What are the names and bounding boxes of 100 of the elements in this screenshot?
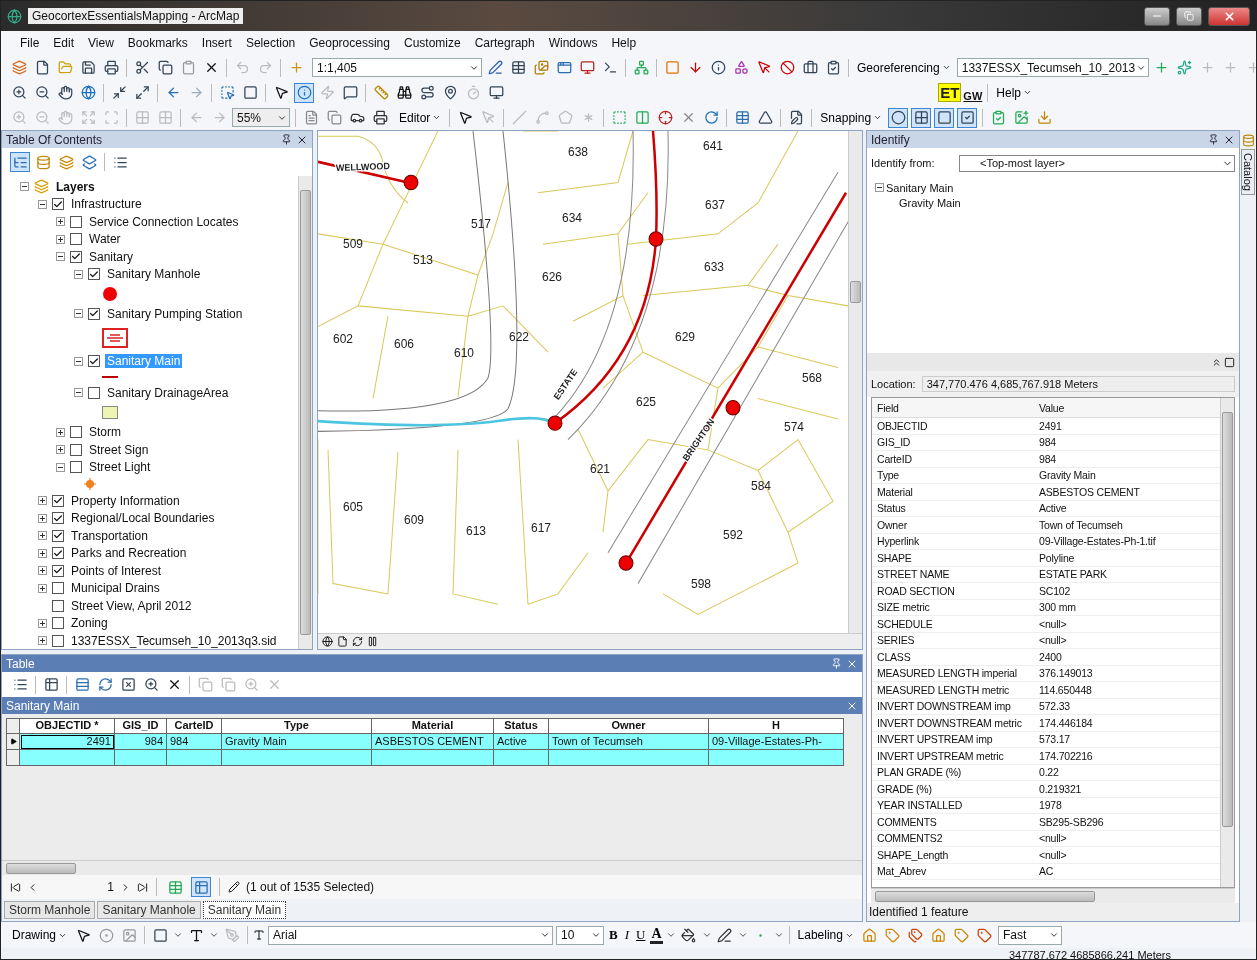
field-value: 984 <box>1038 436 1057 449</box>
parcel-number: 509 <box>343 237 363 252</box>
table-cell: Active <box>494 734 549 750</box>
field-name: INVERT UPSTREAM imp <box>876 733 994 746</box>
field-name: COMMENTS <box>876 815 938 828</box>
field-name: CLASS <box>876 650 912 663</box>
parcel-number: 626 <box>542 270 562 285</box>
field-name: STREET NAME <box>876 568 951 581</box>
parcel-number: 641 <box>703 138 723 153</box>
parcel-number: 602 <box>333 331 353 346</box>
parcel-number: 622 <box>509 329 529 344</box>
field-value: 572.33 <box>1038 700 1071 713</box>
field-value: 174.446184 <box>1038 716 1094 729</box>
field-name: Owner <box>876 518 908 531</box>
table-name: Sanitary Main <box>6 698 81 713</box>
parcel-number: 637 <box>705 198 725 213</box>
parcel-number: 584 <box>751 478 771 494</box>
field-value: <null> <box>1038 848 1068 861</box>
panel-title: Table Of Contents <box>6 132 104 147</box>
table-cell: ASBESTOS CEMENT <box>372 734 494 750</box>
parcel-number: 568 <box>802 370 822 386</box>
field-value: 1978 <box>1038 799 1063 812</box>
location-value: 347,770.476 4,685,767.918 Meters <box>921 376 1235 392</box>
field-name: INVERT UPSTREAM metric <box>876 749 1005 762</box>
field-value: SC102 <box>1038 584 1072 597</box>
field-name: SCHEDULE <box>876 617 934 630</box>
parcel-number: 598 <box>691 576 711 591</box>
parcel-number: 610 <box>454 346 474 361</box>
field-value: 573.17 <box>1038 733 1071 746</box>
identify-status: Identified 1 feature <box>867 903 1239 921</box>
field-name: COMMENTS2 <box>876 832 944 845</box>
parcel-number: 638 <box>568 144 588 159</box>
field-value: Polyline <box>1038 551 1076 564</box>
field-name: Mat_Abrev <box>876 865 927 878</box>
field-value: <null> <box>1038 617 1068 630</box>
field-value: 300 mm <box>1038 601 1077 614</box>
field-name: INVERT DOWNSTREAM metric <box>876 716 1023 729</box>
parcel-number: 574 <box>784 420 804 435</box>
field-name: ROAD SECTION <box>876 584 956 597</box>
table-cell: 984 <box>167 734 222 750</box>
parcel-number: 625 <box>636 394 656 409</box>
field-name: INVERT DOWNSTREAM imp <box>876 700 1012 713</box>
field-value: 2400 <box>1038 650 1063 663</box>
coordinates: 347787.672 4685866.241 Meters <box>1008 948 1171 959</box>
field-name: Status <box>876 502 907 515</box>
field-name: SIZE metric <box>876 601 931 614</box>
parcel-number: 634 <box>562 210 582 225</box>
field-name: GIS_ID <box>876 436 912 449</box>
field-name: SERIES <box>876 634 916 647</box>
field-value: Active <box>1038 502 1068 515</box>
field-value: AC <box>1038 865 1055 878</box>
field-name: Material <box>876 485 914 498</box>
field-value: 0.219321 <box>1038 782 1083 795</box>
field-value: SB295-SB296 <box>1038 815 1105 828</box>
parcel-number: 592 <box>723 528 743 543</box>
field-name: PLAN GRADE (%) <box>876 766 963 779</box>
table-cell: 984 <box>115 734 167 750</box>
parcel-number: 606 <box>394 336 414 352</box>
field-name: Type <box>876 469 900 482</box>
parcel-number: 613 <box>466 524 486 539</box>
parcel-number: 517 <box>471 216 491 231</box>
field-value: 174.702216 <box>1038 749 1094 762</box>
field-name: CarteID <box>876 452 913 465</box>
field-name: YEAR INSTALLED <box>876 799 964 812</box>
field-name: Hyperlink <box>876 535 920 548</box>
field-value: ASBESTOS CEMENT <box>1038 485 1141 498</box>
parcel-number: 621 <box>590 461 610 476</box>
parcel-number: 617 <box>531 521 551 536</box>
window-title: GeocortexEssentialsMapping - ArcMap <box>28 8 244 24</box>
identify-from-label: Identify from: <box>871 157 936 169</box>
table-cell: 09-Village-Estates-Ph- <box>709 734 844 750</box>
field-value: 376.149013 <box>1038 667 1094 680</box>
table-cell: Gravity Main <box>222 734 372 750</box>
field-value: <null> <box>1038 634 1068 647</box>
parcel-number: 609 <box>404 512 424 527</box>
field-name: OBJECTID <box>876 419 929 432</box>
field-value: ESTATE PARK <box>1038 568 1108 581</box>
field-name: GRADE (%) <box>876 782 933 795</box>
field-value: 114.650448 <box>1038 683 1093 696</box>
field-name: MEASURED LENGTH imperial <box>876 667 1018 680</box>
field-name: SHAPE_Length <box>876 848 950 861</box>
panel-title: Identify <box>871 132 911 147</box>
selection-count: (1 out of 1535 Selected) <box>246 880 375 894</box>
field-value: 2491 <box>1038 419 1063 432</box>
parcel-number: 513 <box>413 252 433 267</box>
field-name: MEASURED LENGTH metric <box>876 683 1011 696</box>
field-value: <null> <box>1038 832 1068 845</box>
location-label: Location: <box>871 378 916 390</box>
field-name: SHAPE <box>876 551 913 564</box>
table-cell: 2491 <box>20 734 115 750</box>
field-value: 09-Village-Estates-Ph-1.tif <box>1038 535 1157 548</box>
parcel-number: 633 <box>704 259 724 274</box>
street-name: WELLWOOD <box>335 161 391 174</box>
parcel-number: 629 <box>675 329 695 344</box>
field-value: 984 <box>1038 452 1057 465</box>
field-value: Gravity Main <box>1038 469 1097 482</box>
table-cell: Town of Tecumseh <box>549 734 709 750</box>
parcel-number: 605 <box>343 499 363 514</box>
field-value: 0.22 <box>1038 766 1060 779</box>
field-value: Town of Tecumseh <box>1038 518 1124 531</box>
